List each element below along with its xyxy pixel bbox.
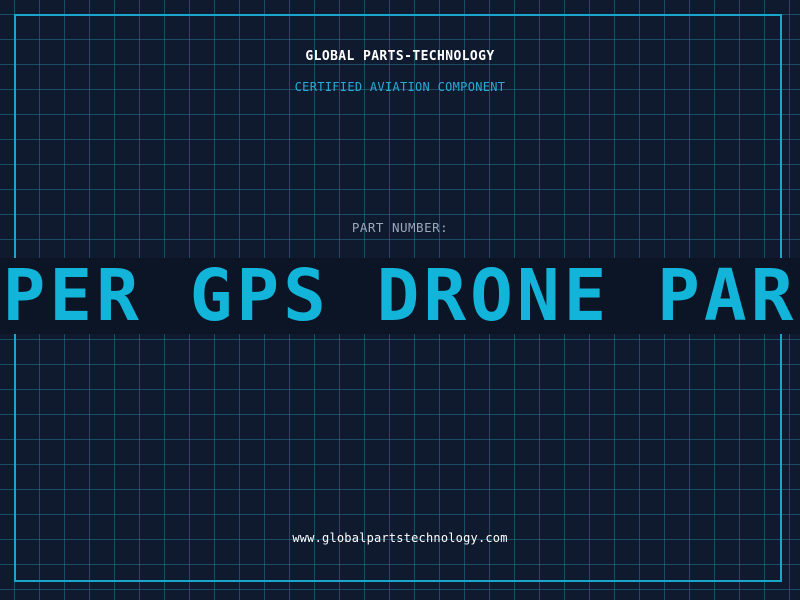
- brand-tagline: CERTIFIED AVIATION COMPONENT: [294, 80, 506, 94]
- label-card: GLOBAL PARTS-TECHNOLOGY CERTIFIED AVIATI…: [0, 0, 800, 600]
- website-url: www.globalpartstechnology.com: [292, 531, 508, 545]
- part-number-label: PART NUMBER:: [351, 220, 449, 235]
- part-number-value: VIPER GPS DRONE PARTS: [0, 258, 800, 334]
- brand-title: GLOBAL PARTS-TECHNOLOGY: [305, 49, 495, 64]
- part-number-band: VIPER GPS DRONE PARTS: [0, 258, 800, 334]
